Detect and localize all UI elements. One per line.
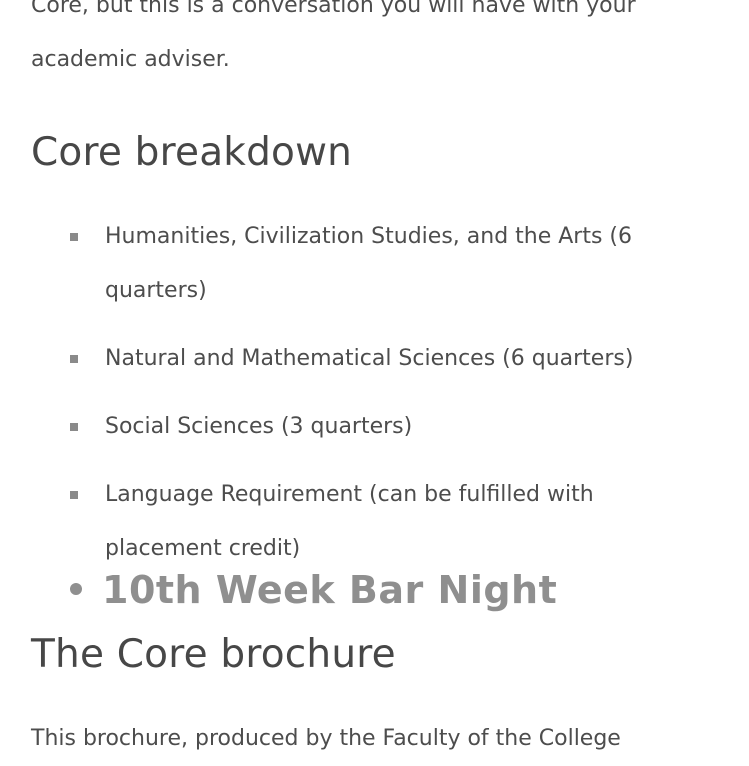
core-brochure-heading: The Core brochure bbox=[31, 632, 396, 677]
square-bullet-icon bbox=[70, 233, 78, 241]
square-bullet-icon bbox=[70, 491, 78, 499]
core-item-label: Social Sciences (3 quarters) bbox=[105, 414, 413, 439]
core-item-humanities: Humanities, Civilization Studies, and th… bbox=[0, 210, 749, 318]
intro-line-1: Core, but this is a conversation you wil… bbox=[31, 0, 636, 18]
intro-line-2: academic adviser. bbox=[31, 47, 230, 72]
article-page: Core, but this is a conversation you wil… bbox=[0, 0, 749, 751]
core-item-social-sciences: Social Sciences (3 quarters) bbox=[0, 400, 749, 454]
core-item-label: Natural and Mathematical Sciences (6 qua… bbox=[105, 346, 634, 371]
intro-paragraph: Core, but this is a conversation you wil… bbox=[31, 0, 721, 87]
core-breakdown-heading: Core breakdown bbox=[31, 130, 353, 175]
core-breakdown-list: Humanities, Civilization Studies, and th… bbox=[0, 210, 749, 590]
core-item-natural-sciences: Natural and Mathematical Sciences (6 qua… bbox=[0, 332, 749, 386]
brochure-paragraph: This brochure, produced by the Faculty o… bbox=[31, 726, 621, 751]
square-bullet-icon bbox=[70, 423, 78, 431]
core-item-label: Language Requirement (can be fulfilled w… bbox=[105, 482, 594, 561]
core-item-language: Language Requirement (can be fulfilled w… bbox=[0, 468, 749, 576]
square-bullet-icon bbox=[70, 355, 78, 363]
bar-night-text: 10th Week Bar Night bbox=[102, 568, 558, 612]
bar-night-overlay: 10th Week Bar Night bbox=[70, 568, 557, 612]
round-bullet-icon bbox=[70, 582, 82, 595]
core-item-label: Humanities, Civilization Studies, and th… bbox=[105, 224, 633, 303]
